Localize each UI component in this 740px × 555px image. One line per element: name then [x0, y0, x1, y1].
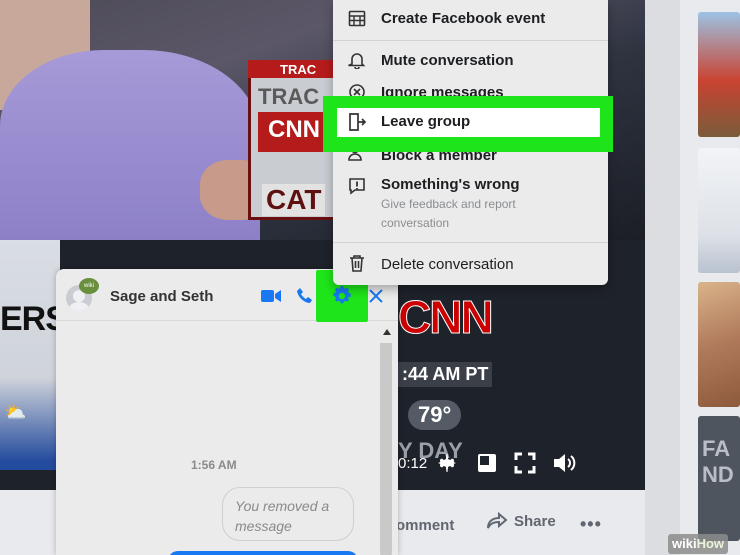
weather-icon: ⛅	[4, 402, 27, 422]
leave-icon	[347, 112, 367, 132]
volume-icon[interactable]	[552, 450, 578, 476]
thumbnail-4[interactable]: FA ND	[698, 416, 740, 541]
watermark-prefix: wiki	[672, 536, 697, 551]
gear-icon[interactable]	[331, 285, 353, 307]
share-button[interactable]: Share	[486, 512, 556, 530]
menu-sublabel-something-wrong: Give feedback and report conversation	[381, 197, 516, 230]
menu-item-create-event[interactable]: Create Facebook event	[333, 6, 608, 32]
video-call-icon[interactable]	[260, 285, 282, 307]
thumbnail-4-text: FA ND	[702, 436, 734, 487]
fullscreen-icon[interactable]	[512, 450, 538, 476]
menu-divider	[333, 242, 608, 243]
trash-icon	[347, 253, 367, 273]
scroll-up-arrow[interactable]	[383, 329, 391, 335]
tv-label-mid: TRAC	[258, 84, 320, 109]
menu-divider	[333, 40, 608, 41]
thumbnail-1[interactable]	[698, 12, 740, 137]
calendar-icon	[347, 8, 367, 28]
sent-message-bubble[interactable]	[168, 551, 358, 555]
menu-item-delete[interactable]: Delete conversation	[333, 252, 608, 278]
thumbnail-3[interactable]	[698, 282, 740, 407]
tv-label-top: TRAC	[280, 62, 317, 77]
chat-title[interactable]: Sage and Seth	[110, 288, 213, 305]
share-icon	[487, 512, 508, 529]
share-label: Share	[514, 512, 556, 530]
scroll-thumb[interactable]	[380, 343, 392, 555]
chat-scrollbar[interactable]	[376, 321, 396, 555]
video-settings-icon[interactable]	[434, 450, 460, 476]
menu-label-create-event: Create Facebook event	[381, 10, 546, 27]
playback-time: 0:12	[398, 455, 428, 472]
watermark-suffix: How	[696, 536, 725, 551]
tv-label-cat: CAT	[262, 184, 326, 216]
menu-label-leave-group: Leave group	[381, 113, 471, 130]
message-timestamp: 1:56 AM	[191, 458, 237, 472]
tv-label-cnn: CNN	[268, 116, 320, 143]
menu-label-delete: Delete conversation	[381, 256, 514, 273]
more-actions-button[interactable]: •••	[580, 514, 602, 535]
removed-message-bubble[interactable]: You removed a message	[222, 487, 354, 541]
wikihow-watermark: wikiHow	[668, 534, 729, 554]
alert-icon	[347, 176, 367, 196]
comment-button[interactable]: omment	[396, 517, 454, 534]
miniplayer-icon[interactable]	[474, 450, 500, 476]
chat-window: wiki Sage and Seth 1:56 AM You removed a…	[56, 269, 398, 555]
menu-item-mute[interactable]: Mute conversation	[333, 48, 608, 74]
video-left-graphic	[0, 240, 60, 470]
avatar-badge: wiki	[79, 278, 99, 294]
menu-item-something-wrong[interactable]: Something's wrong Give feedback and repo…	[333, 172, 608, 234]
close-icon[interactable]	[365, 285, 387, 307]
bell-icon	[347, 50, 367, 70]
cnn-logo: CNN	[398, 291, 495, 344]
video-temperature: 79°	[408, 400, 462, 430]
menu-label-mute: Mute conversation	[381, 52, 514, 69]
phone-icon[interactable]	[294, 285, 316, 307]
menu-item-leave-group[interactable]: Leave group	[337, 108, 600, 137]
video-clock: :44 AM PT	[398, 362, 493, 387]
thumbnail-2[interactable]	[698, 148, 740, 273]
menu-label-something-wrong: Something's wrong	[381, 176, 520, 193]
